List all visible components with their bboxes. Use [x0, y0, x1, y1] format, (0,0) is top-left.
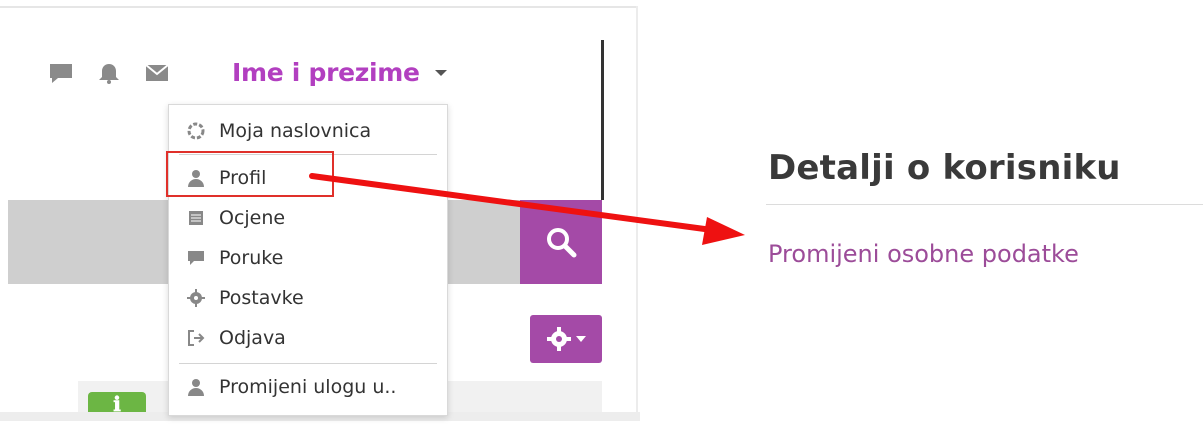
edit-profile-link[interactable]: Promijeni osobne podatke [768, 240, 1079, 268]
title-divider [766, 204, 1203, 205]
page-title: Detalji o korisniku [768, 148, 1121, 188]
annotation-arrow [309, 173, 745, 245]
